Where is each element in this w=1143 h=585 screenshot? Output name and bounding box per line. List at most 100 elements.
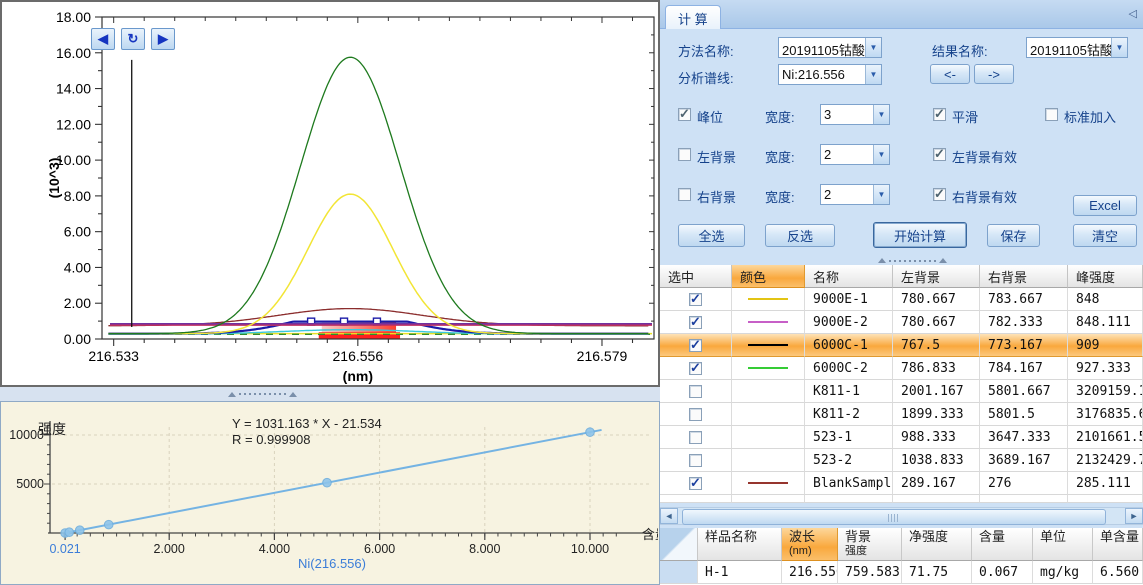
scroll-left-button[interactable]: ◄ (660, 508, 678, 524)
row-checkbox[interactable] (689, 408, 702, 421)
row-checkbox[interactable] (689, 293, 702, 306)
column-header-6[interactable]: 峰强度 (1068, 265, 1143, 288)
table-row[interactable]: 9000E-2780.667782.333848.111 (660, 311, 1143, 334)
collapse-panel-icon[interactable]: ◁ (1129, 7, 1137, 20)
refresh-button[interactable]: ↻ (121, 28, 145, 50)
sample-column-header-1[interactable]: 样品名称 (698, 528, 782, 561)
x-tick-label: 2.000 (154, 542, 185, 556)
spectral-chart[interactable]: 0.002.004.006.008.0010.0012.0014.0016.00… (2, 2, 658, 385)
sample-column-header-3[interactable]: 背景强度 (838, 528, 902, 561)
clear-button[interactable]: 清空 (1073, 224, 1137, 247)
row-checkbox[interactable] (689, 362, 702, 375)
result-name-combobox[interactable]: 20191105钴酸 ▼ (1026, 37, 1128, 58)
sample-row[interactable]: H-1216.556759.58371.750.067mg/kg6.560 (660, 561, 1143, 584)
table-row[interactable]: K811-21899.3335801.53176835.667 (660, 403, 1143, 426)
row-checkbox[interactable] (689, 477, 702, 490)
chevron-down-icon[interactable]: ▼ (873, 185, 889, 204)
right-bg-valid-checkbox[interactable] (933, 188, 946, 201)
right-background-checkbox[interactable] (678, 188, 691, 201)
left-background-label: 左背景 (697, 147, 736, 166)
sample-column-header-2[interactable]: 波长(nm) (782, 528, 838, 561)
table-row[interactable]: 9000E-1780.667783.667848 (660, 288, 1143, 311)
results-table-header: 选中颜色名称左背景右背景峰强度 (660, 265, 1143, 288)
scroll-right-button[interactable]: ► (1125, 508, 1143, 524)
row-checkbox[interactable] (689, 431, 702, 444)
sample-column-header-5[interactable]: 含量 (972, 528, 1033, 561)
chevron-down-icon[interactable]: ▼ (865, 65, 881, 84)
row-checkbox[interactable] (689, 454, 702, 467)
sample-column-header-7[interactable]: 单含量 (1093, 528, 1143, 561)
splitter-handle[interactable] (228, 392, 297, 397)
right-bg-value: 783.667 (980, 292, 1043, 307)
peak-width-combobox[interactable]: 3 ▼ (820, 104, 890, 125)
chevron-down-icon[interactable]: ▼ (873, 105, 889, 124)
standard-addition-checkbox[interactable] (1045, 108, 1058, 121)
right-bg-valid-label: 右背景有效 (952, 187, 1017, 206)
next-spectrum-button[interactable]: ▶ (151, 28, 175, 50)
excel-export-button[interactable]: Excel (1073, 195, 1137, 216)
left-bg-valid-checkbox[interactable] (933, 148, 946, 161)
column-header-1[interactable]: 选中 (660, 265, 732, 288)
method-name-combobox[interactable]: 20191105钴酸 ▼ (778, 37, 882, 58)
y-tick-label: 14.00 (56, 81, 91, 97)
sample-cell: 6.560 (1093, 565, 1139, 580)
table-row[interactable]: K811-12001.1675801.6673209159.111 (660, 380, 1143, 403)
column-header-3[interactable]: 名称 (805, 265, 893, 288)
horizontal-scrollbar[interactable]: ◄ ► (660, 507, 1143, 525)
chevron-down-icon[interactable]: ▼ (873, 145, 889, 164)
select-all-corner-cell[interactable] (660, 528, 698, 561)
sample-column-header-4[interactable]: 净强度 (902, 528, 972, 561)
tab-calculation[interactable]: 计 算 (665, 5, 721, 29)
y-tick-label: 4.00 (64, 259, 91, 275)
refresh-icon: ↻ (128, 31, 139, 47)
table-row[interactable]: 6000C-2786.833784.167927.333 (660, 357, 1143, 380)
analysis-line-label: 分析谱线: (678, 68, 734, 87)
splitter-handle[interactable] (878, 258, 947, 263)
sample-column-header-6[interactable]: 单位 (1033, 528, 1093, 561)
right-bg-value: 3689.167 (980, 453, 1051, 468)
horizontal-splitter-left[interactable] (0, 387, 660, 401)
calibration-chart-panel[interactable]: 5000100000.0212.0004.0006.0008.00010.000… (0, 401, 660, 585)
smooth-checkbox[interactable] (933, 108, 946, 121)
prev-line-button[interactable]: <- (930, 64, 970, 84)
next-line-button[interactable]: -> (974, 64, 1014, 84)
peak-position-checkbox[interactable] (678, 108, 691, 121)
chevron-down-icon[interactable]: ▼ (1111, 38, 1127, 57)
left-bg-value: 988.333 (893, 430, 956, 445)
invert-selection-button[interactable]: 反选 (765, 224, 835, 247)
row-checkbox[interactable] (689, 339, 702, 352)
left-background-checkbox[interactable] (678, 148, 691, 161)
row-checkbox[interactable] (689, 316, 702, 329)
x-tick-label: 10.000 (571, 542, 609, 556)
app-window: 0.002.004.006.008.0010.0012.0014.0016.00… (0, 0, 1143, 585)
horizontal-splitter-right[interactable] (660, 256, 1143, 265)
peak-intensity-value: 2132429.778 (1068, 453, 1143, 468)
select-all-button[interactable]: 全选 (678, 224, 745, 247)
table-row[interactable]: 6000C-1767.5773.167909 (660, 334, 1143, 357)
start-calculation-button[interactable]: 开始计算 (873, 222, 967, 248)
spectral-chart-panel[interactable]: 0.002.004.006.008.0010.0012.0014.0016.00… (0, 0, 660, 387)
chevron-down-icon[interactable]: ▼ (865, 38, 881, 57)
left-bg-width-combobox[interactable]: 2 ▼ (820, 144, 890, 165)
scrollbar-thumb[interactable] (682, 509, 1106, 525)
peak-intensity-value: 848 (1068, 292, 1099, 307)
calibration-point (323, 478, 332, 487)
table-row[interactable]: 523-21038.8333689.1672132429.778 (660, 449, 1143, 472)
splitter-arrow-icon (939, 258, 947, 263)
save-button[interactable]: 保存 (987, 224, 1040, 247)
width-label-2: 宽度: (765, 147, 795, 166)
right-bg-value: 773.167 (980, 338, 1043, 353)
prev-spectrum-button[interactable]: ◀ (91, 28, 115, 50)
sample-name: BlankSample1 (805, 476, 893, 491)
sample-name: 523-2 (805, 453, 852, 468)
table-row[interactable]: BlankSample1289.167276285.111 (660, 472, 1143, 495)
left-bg-value: 780.667 (893, 292, 956, 307)
column-header-5[interactable]: 右背景 (980, 265, 1068, 288)
analysis-line-combobox[interactable]: Ni:216.556 ▼ (778, 64, 882, 85)
table-row[interactable]: 523-1988.3333647.3332101661.555 (660, 426, 1143, 449)
right-bg-width-combobox[interactable]: 2 ▼ (820, 184, 890, 205)
column-header-2[interactable]: 颜色 (732, 265, 805, 288)
row-checkbox[interactable] (689, 385, 702, 398)
column-header-4[interactable]: 左背景 (893, 265, 980, 288)
width-label-1: 宽度: (765, 107, 795, 126)
